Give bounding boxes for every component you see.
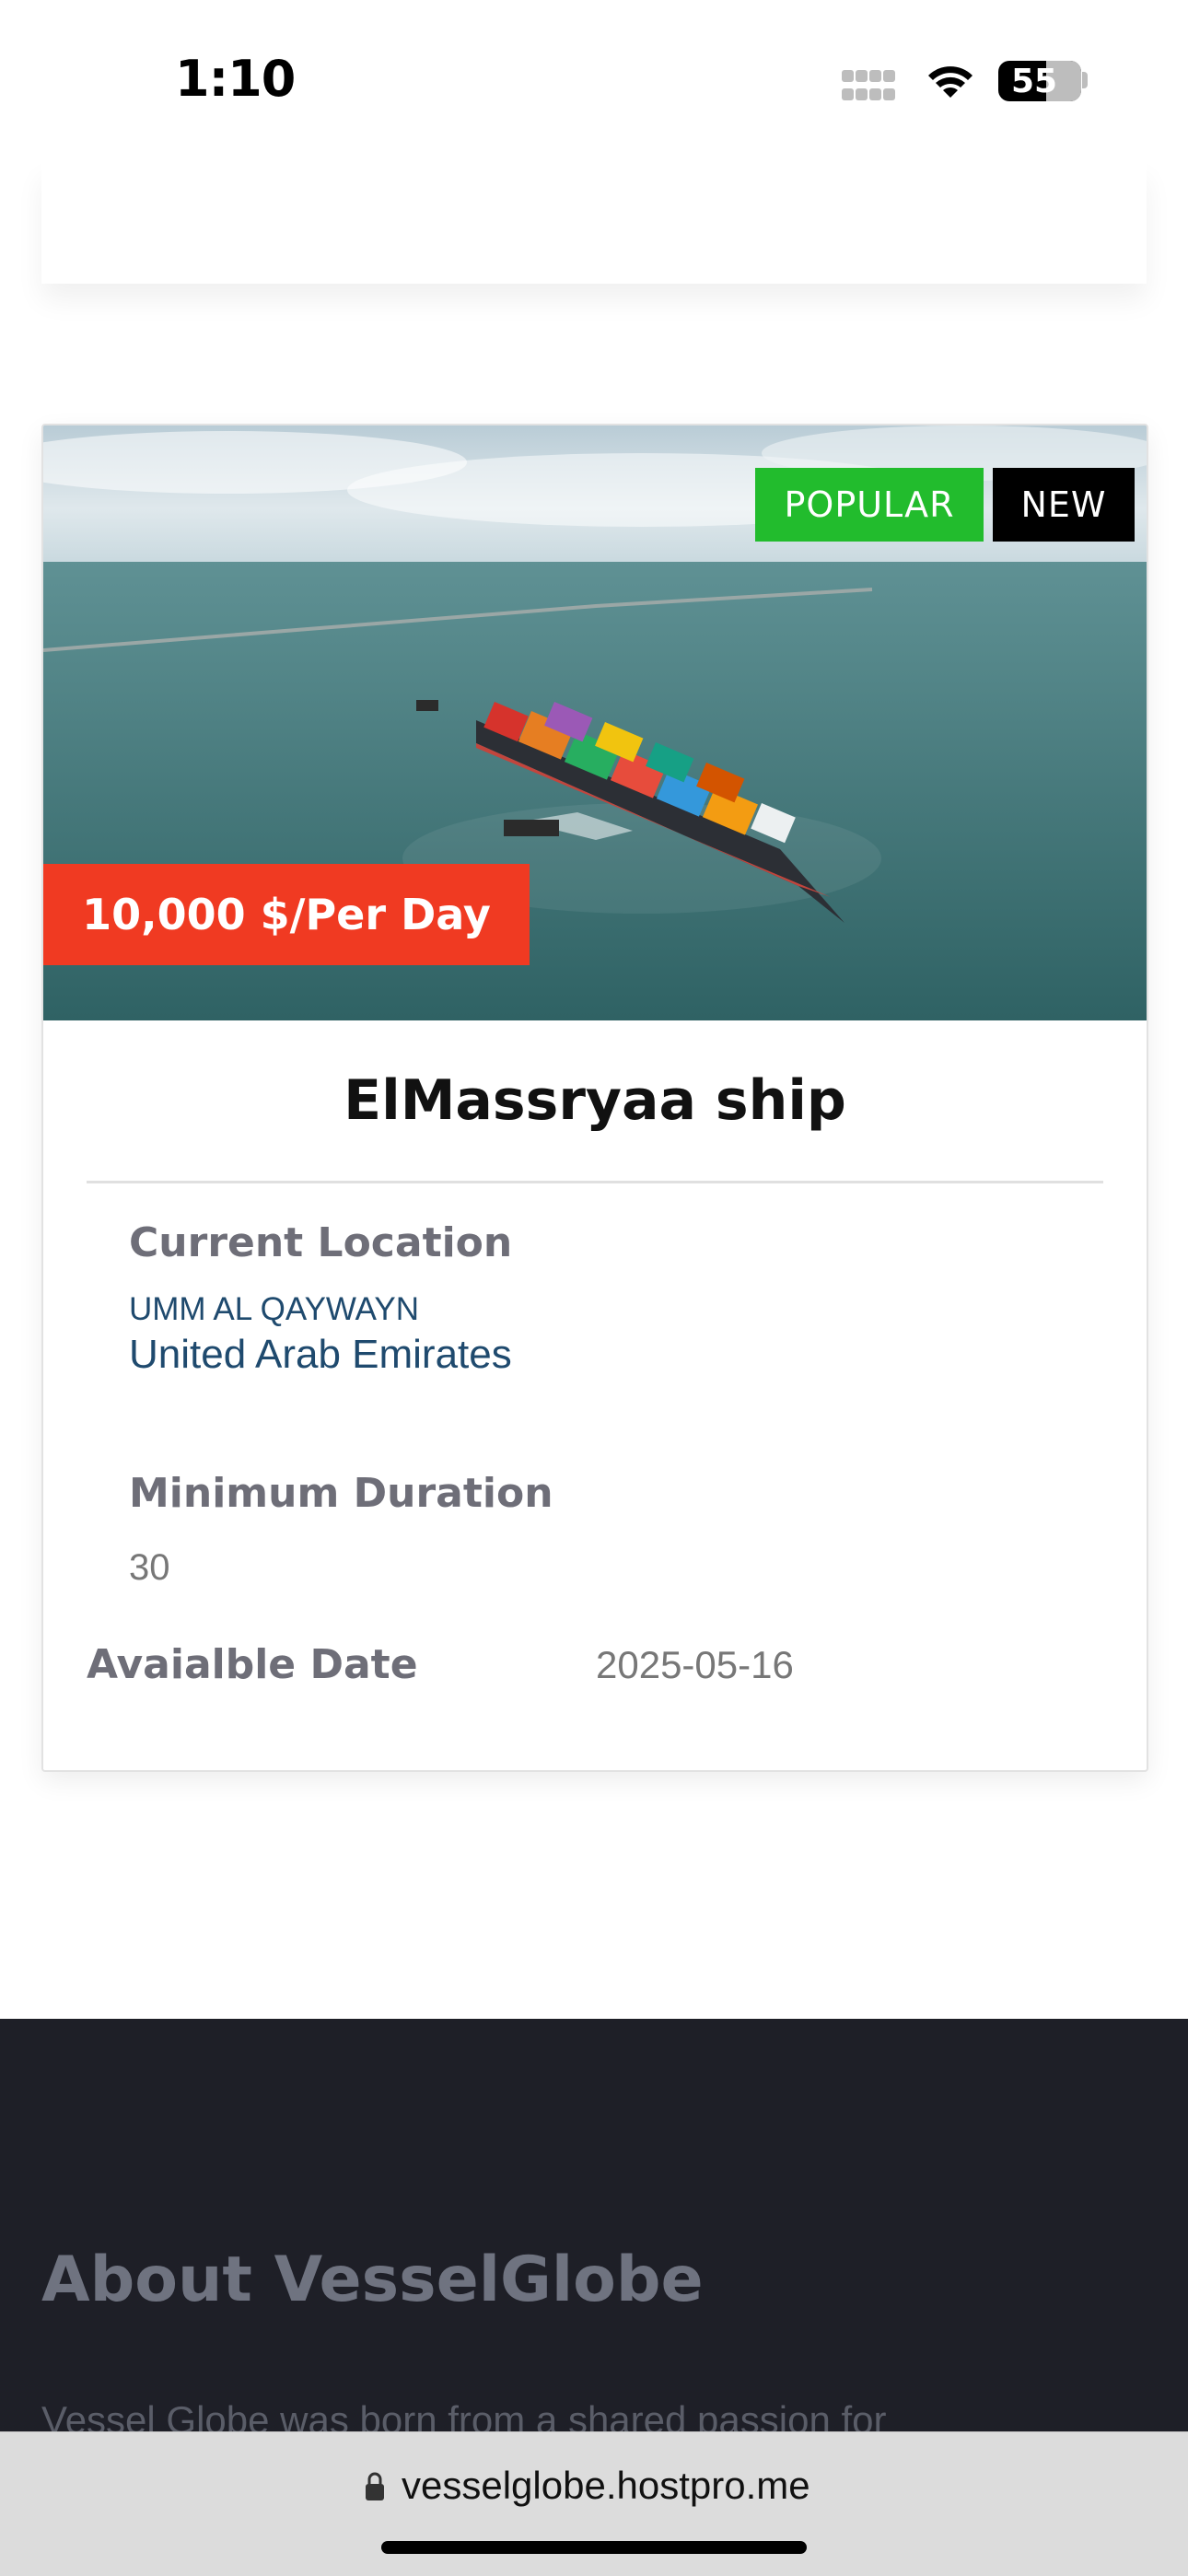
battery-icon: 55 — [998, 61, 1081, 101]
status-bar: 1:10 55 — [0, 0, 1188, 162]
previous-listing-card — [41, 162, 1147, 284]
home-indicator[interactable] — [381, 2541, 807, 2554]
cellular-signal-icon — [842, 70, 906, 100]
vessel-photo[interactable]: POPULAR NEW 10,000 $/Per Day — [43, 425, 1147, 1020]
status-time: 1:10 — [175, 50, 296, 108]
url-text[interactable]: vesselglobe.hostpro.me — [402, 2464, 810, 2508]
browser-url-bar[interactable]: vesselglobe.hostpro.me — [0, 2431, 1188, 2576]
location-country: United Arab Emirates — [129, 1332, 512, 1377]
price-tag: 10,000 $/Per Day — [43, 864, 530, 965]
current-location-label: Current Location — [129, 1219, 513, 1266]
battery-level: 55 — [1011, 63, 1058, 100]
popular-badge: POPULAR — [755, 468, 984, 542]
lock-icon — [366, 2472, 384, 2500]
battery-tip — [1082, 72, 1088, 88]
wifi-icon — [928, 66, 973, 98]
minimum-duration-value: 30 — [129, 1547, 170, 1588]
available-date-label: Avaialble Date — [87, 1641, 418, 1688]
minimum-duration-label: Minimum Duration — [129, 1470, 553, 1517]
available-date-value: 2025-05-16 — [596, 1643, 794, 1686]
divider — [87, 1181, 1103, 1183]
location-city: UMM AL QAYWAYN — [129, 1291, 420, 1327]
about-heading: About VesselGlobe — [41, 2244, 704, 2316]
vessel-card[interactable]: POPULAR NEW 10,000 $/Per Day ElMassryaa … — [41, 424, 1148, 1772]
new-badge: NEW — [993, 468, 1135, 542]
vessel-name[interactable]: ElMassryaa ship — [43, 1068, 1147, 1133]
